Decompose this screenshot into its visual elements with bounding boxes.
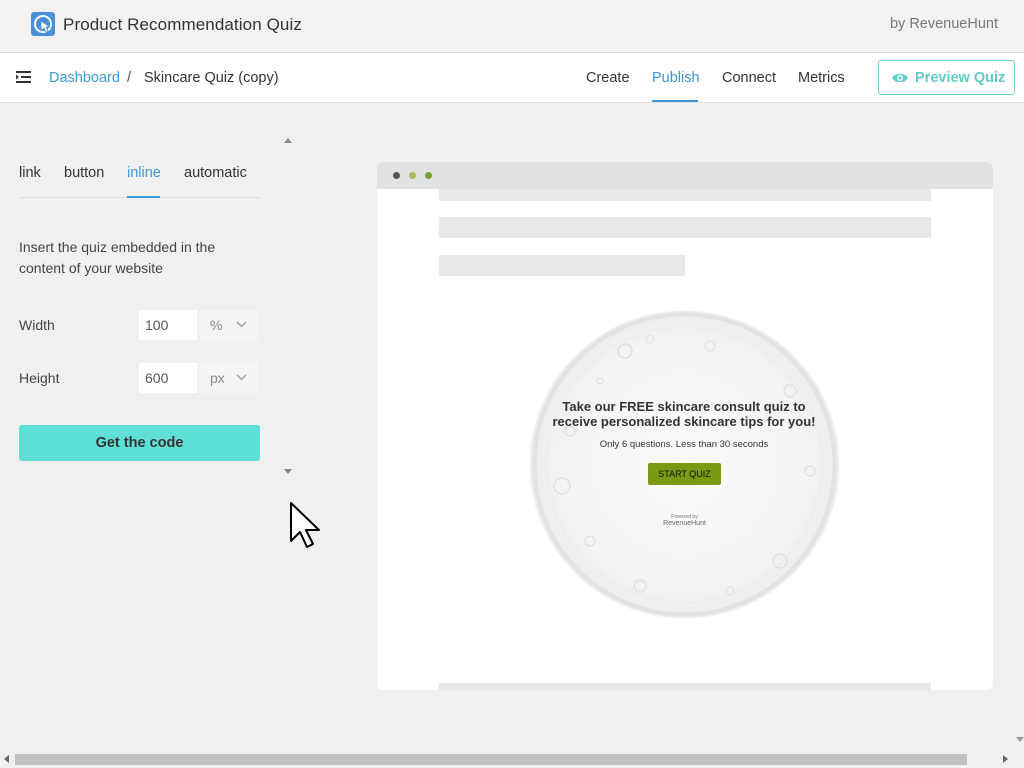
width-input[interactable] — [139, 310, 198, 340]
publish-tab-automatic[interactable]: automatic — [184, 165, 247, 181]
inline-description: Insert the quiz embedded in the content … — [19, 239, 216, 276]
chevron-down-icon — [236, 374, 247, 381]
preview-quiz-button[interactable]: Preview Quiz — [878, 60, 1015, 95]
scrollbar-thumb[interactable] — [15, 754, 967, 765]
breadcrumb-separator: / — [127, 70, 132, 86]
width-unit-select[interactable]: % — [198, 310, 258, 340]
horizontal-scrollbar[interactable] — [0, 751, 1024, 768]
placeholder-line — [439, 189, 931, 201]
scroll-left-arrow-icon[interactable] — [4, 755, 9, 763]
get-code-button[interactable]: Get the code — [19, 425, 260, 461]
quiz-subtitle: Only 6 questions. Less than 30 seconds — [599, 439, 769, 450]
quiz-headline: Take our FREE skincare consult quiz to r… — [552, 399, 816, 429]
placeholder-line — [439, 683, 931, 690]
eye-icon — [892, 73, 908, 83]
height-unit-select[interactable]: px — [198, 363, 258, 393]
preview-window-titlebar — [377, 162, 993, 189]
app-title: Product Recommendation Quiz — [63, 15, 302, 34]
width-label: Width — [19, 317, 55, 333]
publish-tab-link[interactable]: link — [19, 165, 41, 181]
width-unit-value: % — [210, 317, 223, 333]
publish-settings-panel: link button inline automatic Insert the … — [0, 104, 300, 749]
app-vendor: by RevenueHunt — [889, 16, 998, 32]
scroll-up-arrow-icon[interactable] — [284, 138, 292, 143]
quiz-cursor-logo-icon — [31, 12, 55, 36]
publish-tab-inline[interactable]: inline — [127, 165, 161, 181]
menu-icon[interactable] — [16, 69, 34, 85]
mouse-pointer-icon — [290, 502, 320, 548]
preview-quiz-label: Preview Quiz — [915, 70, 1006, 86]
publish-tab-indicator — [127, 196, 160, 198]
scroll-down-arrow-icon[interactable] — [284, 469, 292, 474]
powered-by-brand: RevenueHunt — [663, 520, 706, 527]
nav-bar: Dashboard / Skincare Quiz (copy) Create … — [0, 53, 1024, 103]
breadcrumb-current: Skincare Quiz (copy) — [144, 70, 279, 86]
tab-create[interactable]: Create — [586, 70, 630, 86]
placeholder-line — [439, 217, 931, 238]
breadcrumb-dashboard-link[interactable]: Dashboard — [49, 70, 120, 86]
window-dot-icon — [409, 172, 416, 179]
app-header: Product Recommendation Quiz by RevenueHu… — [0, 0, 1024, 53]
height-unit-value: px — [210, 370, 225, 386]
quiz-preview-window: Take our FREE skincare consult quiz to r… — [377, 162, 993, 690]
window-dot-icon — [425, 172, 432, 179]
placeholder-line — [439, 255, 685, 276]
height-label: Height — [19, 370, 60, 386]
page-scroll-down-icon[interactable] — [1016, 737, 1024, 742]
window-dot-icon — [393, 172, 400, 179]
start-quiz-button[interactable]: START QUIZ — [648, 463, 721, 485]
height-input[interactable] — [139, 363, 198, 393]
tab-metrics[interactable]: Metrics — [798, 70, 845, 86]
chevron-down-icon — [236, 321, 247, 328]
scroll-right-arrow-icon[interactable] — [1003, 755, 1008, 763]
active-tab-indicator — [652, 100, 698, 102]
tab-connect[interactable]: Connect — [722, 70, 776, 86]
tab-publish[interactable]: Publish — [652, 70, 700, 86]
publish-tab-button[interactable]: button — [64, 165, 104, 181]
